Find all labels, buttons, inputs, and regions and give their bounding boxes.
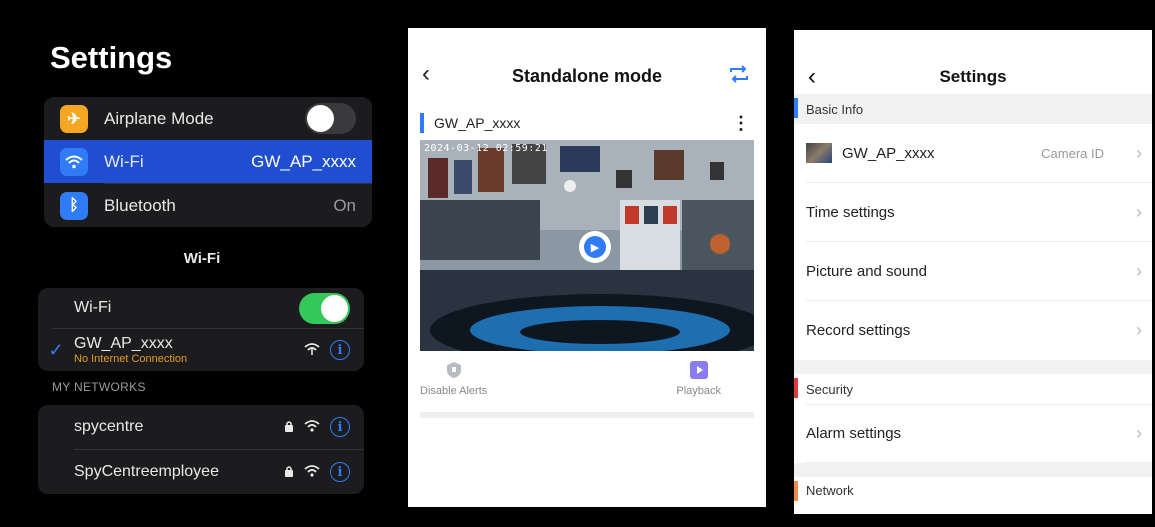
wifi-group: Wi-Fi ✓ GW_AP_xxxx No Internet Connectio… [38, 288, 364, 371]
alarm-settings-row[interactable]: Alarm settings › [806, 404, 1152, 463]
play-icon: ▶ [584, 236, 606, 258]
network-name: SpyCentreemployee [74, 463, 219, 480]
wifi-icon [304, 419, 320, 435]
airplane-icon: ✈ [60, 104, 88, 133]
wifi-icon [304, 464, 320, 480]
timestamp-overlay: 2024-03-12 02:59:21 [424, 143, 548, 154]
chevron-right-icon: › [1136, 423, 1142, 443]
standalone-mode-panel: ‹ Standalone mode GW_AP_xxxx ⋮ 2024-03-1… [408, 28, 766, 507]
airplane-mode-row[interactable]: ✈ Airplane Mode [44, 97, 372, 140]
lock-icon [284, 419, 294, 435]
row-label: Alarm settings [806, 425, 902, 442]
info-icon[interactable]: i [330, 462, 350, 482]
wifi-row[interactable]: Wi-Fi GW_AP_xxxx [44, 140, 372, 183]
my-networks-caption: MY NETWORKS [52, 380, 146, 394]
more-options-icon[interactable]: ⋮ [732, 113, 750, 134]
info-icon[interactable]: i [330, 417, 350, 437]
switch-mode-icon[interactable] [728, 64, 750, 90]
bluetooth-value: On [333, 195, 356, 215]
section-basic-info: Basic Info [794, 94, 1152, 124]
connected-network-status: No Internet Connection [74, 353, 188, 365]
checkmark-icon: ✓ [48, 339, 64, 360]
section-label: Network [806, 483, 854, 498]
camera-id-value: Camera ID [1041, 145, 1104, 161]
connected-network-row[interactable]: ✓ GW_AP_xxxx No Internet Connection i [38, 329, 364, 371]
shield-icon [445, 361, 463, 379]
row-label: Time settings [806, 203, 895, 221]
wifi-toggle-row: Wi-Fi [38, 288, 364, 328]
camera-thumbnail [806, 143, 832, 163]
row-label: Picture and sound [806, 262, 927, 280]
bluetooth-label: Bluetooth [104, 195, 176, 215]
camera-name: GW_AP_xxxx [434, 115, 521, 131]
bluetooth-row[interactable]: ᛒ Bluetooth On [44, 184, 372, 227]
camera-info-row[interactable]: GW_AP_xxxx Camera ID › [806, 124, 1152, 183]
settings-top-group: ✈ Airplane Mode Wi-Fi GW_AP_xxxx ᛒ Bluet… [44, 97, 372, 227]
section-network: Network [794, 477, 1152, 507]
network-row[interactable]: SpyCentreemployee i [38, 450, 364, 494]
airplane-mode-label: Airplane Mode [104, 108, 214, 128]
chevron-right-icon: › [1136, 201, 1142, 222]
row-label: Record settings [806, 322, 911, 339]
network-row[interactable]: spycentre i [38, 405, 364, 449]
section-label: Basic Info [806, 101, 864, 117]
page-title: Settings [50, 40, 173, 75]
chevron-right-icon: › [1136, 142, 1142, 163]
wifi-toggle[interactable] [299, 292, 350, 324]
page-title: Standalone mode [511, 66, 663, 86]
playback-button[interactable]: Playback [676, 361, 721, 397]
chevron-right-icon: › [1136, 320, 1142, 340]
wifi-label: Wi-Fi [104, 151, 144, 171]
disable-alerts-button[interactable]: Disable Alerts [420, 361, 487, 397]
ios-settings-panel: Settings ✈ Airplane Mode Wi-Fi GW_AP_xxx… [0, 0, 404, 527]
camera-live-view[interactable]: 2024-03-12 02:59:21 ▶ [420, 140, 754, 351]
accent-bar [420, 113, 424, 133]
wifi-no-internet-icon [304, 342, 320, 358]
record-settings-row[interactable]: Record settings › [806, 301, 1152, 360]
page-title: Settings [939, 67, 1007, 86]
chevron-right-icon: › [1136, 260, 1142, 281]
my-networks-group: spycentre i SpyCentreemployee i [38, 405, 364, 494]
bluetooth-icon: ᛒ [60, 191, 88, 220]
wifi-icon [60, 147, 88, 176]
section-label: Security [806, 381, 853, 397]
play-button[interactable]: ▶ [579, 231, 611, 263]
camera-header: GW_AP_xxxx ⋮ [408, 110, 766, 136]
wifi-toggle-label: Wi-Fi [74, 299, 112, 316]
wifi-section-title: Wi-Fi [183, 250, 221, 267]
connected-network-name: GW_AP_xxxx [74, 335, 173, 352]
time-settings-row[interactable]: Time settings › [806, 183, 1152, 242]
camera-settings-panel: ‹ Settings Basic Info GW_AP_xxxx Camera … [794, 30, 1152, 514]
camera-name: GW_AP_xxxx [842, 144, 935, 162]
wifi-value: GW_AP_xxxx [251, 151, 356, 171]
section-security: Security [794, 374, 1152, 404]
picture-sound-row[interactable]: Picture and sound › [806, 242, 1152, 301]
info-icon[interactable]: i [330, 340, 350, 360]
playback-icon [689, 361, 708, 379]
divider [420, 412, 754, 418]
disable-alerts-label: Disable Alerts [420, 385, 488, 397]
network-name: spycentre [74, 418, 144, 435]
airplane-mode-toggle[interactable] [305, 103, 356, 134]
lock-icon [284, 464, 294, 480]
playback-label: Playback [676, 385, 721, 397]
